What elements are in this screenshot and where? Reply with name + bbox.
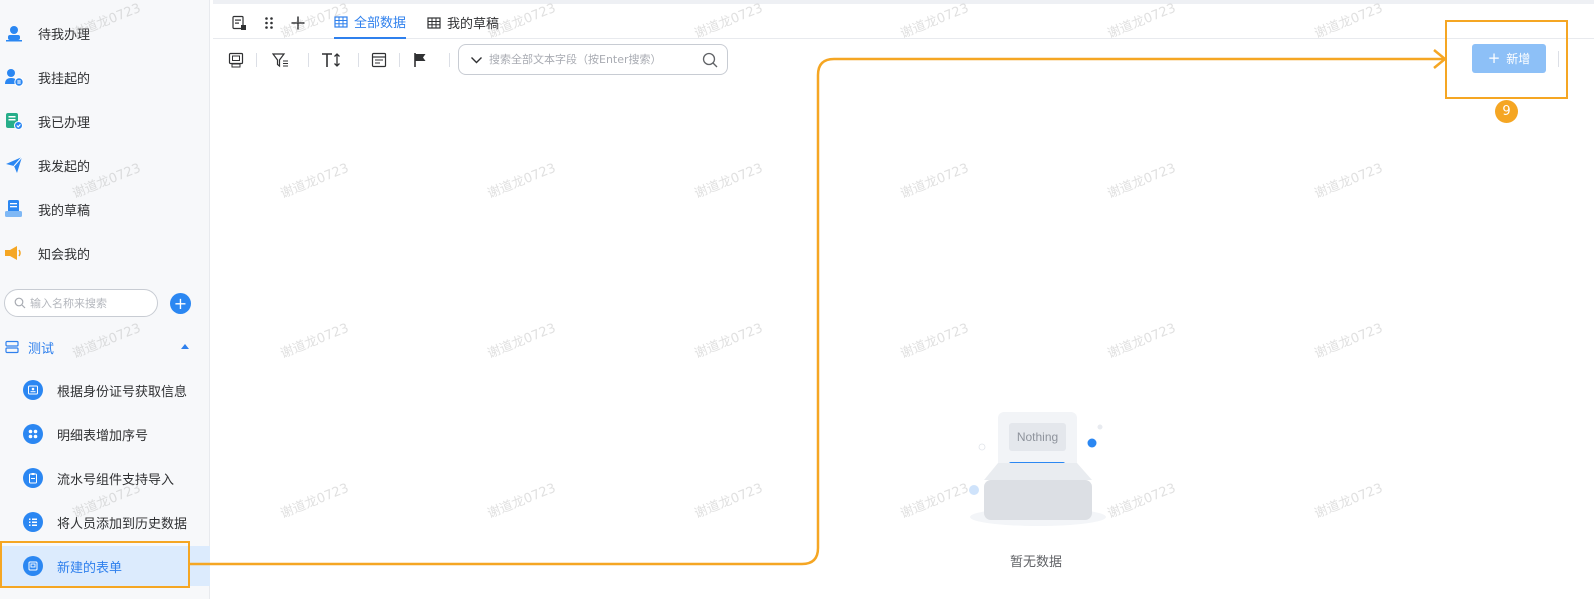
empty-state-text: 暂无数据 [1010,555,1063,570]
toolbar [213,44,1594,76]
form-item[interactable]: 将人员添加到历史数据 [0,502,210,542]
form-label: 流水号组件支持导入 [57,472,175,488]
sidebar-search-input[interactable] [30,296,150,310]
form-item[interactable]: 明细表增加序号 [0,414,210,454]
highlight-box-source [0,541,190,588]
menu-label: 我发起的 [38,159,91,175]
top-divider [213,0,1594,4]
table-icon [427,16,441,29]
tab-my-drafts[interactable]: 我的草稿 [427,6,499,39]
menu-item-notified[interactable]: 知会我的 [0,233,210,273]
data-search-input[interactable] [489,53,689,66]
toolbar-divider [399,53,400,67]
form-label: 将人员添加到历史数据 [57,516,188,532]
flag-icon[interactable] [410,50,430,70]
send-icon [3,154,25,176]
group-icon [5,340,19,354]
list-icon [23,512,43,532]
filter-icon[interactable] [270,50,290,70]
toolbar-divider [308,53,309,67]
menu-label: 我挂起的 [38,71,91,87]
highlight-box-target [1445,20,1568,99]
step-badge: 9 [1495,100,1518,123]
menu-label: 知会我的 [38,247,91,263]
add-form-button[interactable]: + [170,293,191,314]
toolbar-divider [449,53,450,67]
search-icon [14,297,26,309]
table-icon [334,15,348,28]
menu-item-drafts[interactable]: 我的草稿 [0,189,210,229]
form-label: 明细表增加序号 [57,428,149,444]
toolbar-divider [358,53,359,67]
search-icon[interactable] [702,52,718,68]
person-pause-icon [3,66,25,88]
group-header-test[interactable]: 测试 [0,332,210,362]
app-root: 待我办理 我挂起的 我已办理 我发起的 我的草稿 知会我的 输入名称来搜索 + … [0,0,1594,599]
drag-handle-icon[interactable] [260,14,278,32]
clipboard-icon [23,468,43,488]
id-card-icon [23,380,43,400]
add-view-icon[interactable] [289,14,307,32]
main-panel: 全部数据 我的草稿 搜索全部文本字段（按Enter搜索） + 新增 Nothin… [213,0,1594,599]
print-icon[interactable] [226,50,246,70]
tab-label: 全部数据 [354,16,407,31]
form-item[interactable]: 流水号组件支持导入 [0,458,210,498]
text-size-icon[interactable] [320,50,344,70]
toolbar-divider [256,53,257,67]
draft-icon [3,198,25,220]
form-label: 根据身份证号获取信息 [57,384,188,400]
tab-all-data[interactable]: 全部数据 [334,6,407,39]
data-search-box[interactable] [458,44,728,75]
megaphone-icon [3,242,25,264]
sidebar: 待我办理 我挂起的 我已办理 我发起的 我的草稿 知会我的 输入名称来搜索 + … [0,0,210,599]
sidebar-search[interactable] [4,289,158,317]
person-icon [3,22,25,44]
menu-item-todo[interactable]: 待我办理 [0,13,210,53]
tab-label: 我的草稿 [447,17,500,32]
caret-up-icon[interactable] [181,344,189,349]
empty-illustration: Nothing [969,412,1106,526]
plus-icon: + [173,293,188,313]
menu-item-suspended[interactable]: 我挂起的 [0,57,210,97]
view-tab-bar: 全部数据 我的草稿 [213,6,1594,39]
menu-item-initiated[interactable]: 我发起的 [0,145,210,185]
chevron-down-icon[interactable] [470,55,483,65]
menu-label: 待我办理 [38,27,91,43]
grid-icon [23,424,43,444]
form-settings-icon[interactable] [230,14,248,32]
menu-label: 我的草稿 [38,203,91,219]
form-item[interactable]: 根据身份证号获取信息 [0,370,210,410]
menu-item-done[interactable]: 我已办理 [0,101,210,141]
columns-icon[interactable] [369,50,389,70]
illustration-text: Nothing [1017,430,1058,444]
menu-label: 我已办理 [38,115,91,131]
doc-check-icon [3,110,25,132]
group-label: 测试 [28,341,55,357]
